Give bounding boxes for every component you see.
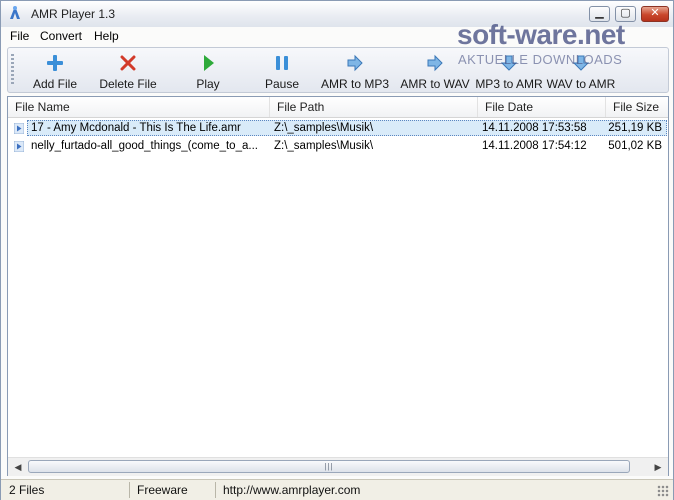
toolbar-grip[interactable] xyxy=(11,54,14,86)
status-divider xyxy=(215,482,216,498)
amr-to-mp3-label: AMR to MP3 xyxy=(320,77,389,91)
status-bar: 2 Files Freeware http://www.amrplayer.co… xyxy=(1,479,673,500)
amr-to-wav-label: AMR to WAV xyxy=(400,77,470,91)
menu-bar: File Convert Help xyxy=(1,27,673,46)
scroll-right-button[interactable]: ▶ xyxy=(650,460,666,474)
close-button[interactable]: ✕ xyxy=(641,6,669,22)
menu-convert[interactable]: Convert xyxy=(37,28,85,44)
pause-label: Pause xyxy=(264,77,300,91)
mp3-to-amr-label: MP3 to AMR xyxy=(475,77,543,91)
status-license: Freeware xyxy=(137,483,188,497)
cell-file-size: 251,19 KB xyxy=(608,122,662,134)
scrollbar-thumb[interactable]: ||| xyxy=(28,460,630,473)
cell-file-date: 14.11.2008 17:54:12 xyxy=(482,140,587,152)
column-header-file-date[interactable]: File Date xyxy=(478,97,606,117)
scroll-right-icon: ▶ xyxy=(654,462,662,472)
mp3-to-amr-button[interactable]: MP3 to AMR xyxy=(474,51,544,91)
arrow-down-left-icon xyxy=(500,55,518,71)
wav-to-amr-button[interactable]: WAV to AMR xyxy=(546,51,616,91)
scroll-left-button[interactable]: ◀ xyxy=(10,460,26,474)
table-row[interactable]: 17 - Amy Mcdonald - This Is The Life.amr… xyxy=(8,120,668,137)
arrow-down-left-icon xyxy=(572,55,590,71)
cell-file-date: 14.11.2008 17:53:58 xyxy=(482,122,587,134)
title-bar[interactable]: AMR Player 1.3 ▁ ▢ ✕ xyxy=(1,1,673,28)
close-icon: ✕ xyxy=(650,7,660,19)
amr-to-wav-button[interactable]: AMR to WAV xyxy=(400,51,470,91)
wav-to-amr-label: WAV to AMR xyxy=(546,77,616,91)
menu-help[interactable]: Help xyxy=(91,28,122,44)
file-list[interactable]: File Name File Path File Date File Size … xyxy=(7,96,669,476)
cell-file-path: Z:\_samples\Musik\ xyxy=(274,140,374,152)
app-icon xyxy=(10,6,20,19)
amr-to-mp3-button[interactable]: AMR to MP3 xyxy=(320,51,390,91)
maximize-icon: ▢ xyxy=(620,7,631,19)
audio-file-icon xyxy=(14,141,24,152)
column-header-file-name[interactable]: File Name xyxy=(8,97,270,117)
play-icon xyxy=(204,55,214,71)
status-file-count: 2 Files xyxy=(9,483,45,497)
column-header-file-size[interactable]: File Size xyxy=(606,97,668,117)
window-title: AMR Player 1.3 xyxy=(31,7,116,21)
add-file-button[interactable]: Add File xyxy=(28,51,82,91)
cell-file-name: 17 - Amy Mcdonald - This Is The Life.amr xyxy=(31,122,241,134)
toolbar: Add File Delete File Play Pause AMR to M… xyxy=(7,47,669,93)
add-file-label: Add File xyxy=(32,77,78,91)
scroll-left-icon: ◀ xyxy=(14,462,22,472)
arrow-right-icon xyxy=(427,54,443,72)
horizontal-scrollbar[interactable]: ◀ ||| ▶ xyxy=(8,457,668,476)
menu-file[interactable]: File xyxy=(7,28,32,44)
play-button[interactable]: Play xyxy=(188,51,228,91)
pause-icon xyxy=(276,56,288,70)
list-header: File Name File Path File Date File Size xyxy=(8,97,668,118)
delete-file-button[interactable]: Delete File xyxy=(94,51,162,91)
scroll-grip-icon: ||| xyxy=(324,462,334,471)
status-url: http://www.amrplayer.com xyxy=(223,483,361,497)
resize-grip-icon[interactable] xyxy=(657,485,669,497)
delete-file-label: Delete File xyxy=(99,77,157,91)
delete-x-icon xyxy=(120,55,136,71)
status-divider xyxy=(129,482,130,498)
cell-file-name: nelly_furtado-all_good_things_(come_to_a… xyxy=(31,140,258,152)
table-row[interactable]: nelly_furtado-all_good_things_(come_to_a… xyxy=(8,138,668,155)
play-label: Play xyxy=(196,77,220,91)
arrow-right-icon xyxy=(347,54,363,72)
cell-file-path: Z:\_samples\Musik\ xyxy=(274,122,374,134)
app-window: AMR Player 1.3 ▁ ▢ ✕ File Convert Help A… xyxy=(0,0,674,500)
minimize-button[interactable]: ▁ xyxy=(589,6,610,22)
plus-icon xyxy=(47,55,63,71)
column-header-file-path[interactable]: File Path xyxy=(270,97,478,117)
audio-file-icon xyxy=(14,123,24,134)
minimize-icon: ▁ xyxy=(595,7,604,19)
maximize-button[interactable]: ▢ xyxy=(615,6,636,22)
pause-button[interactable]: Pause xyxy=(260,51,304,91)
cell-file-size: 501,02 KB xyxy=(608,140,662,152)
